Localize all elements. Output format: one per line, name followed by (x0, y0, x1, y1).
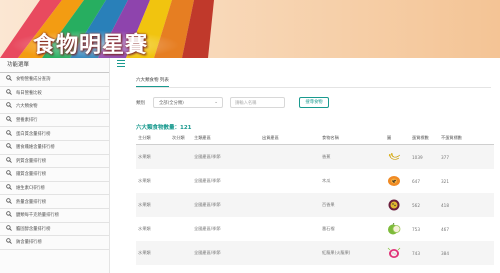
sidebar-item-label: 維生素C排行榜 (16, 186, 45, 192)
sidebar-item[interactable]: 熱量含量排行榜 (0, 195, 109, 209)
sidebar-item-label: 膽固醇含量排行榜 (16, 226, 51, 232)
sidebar-item[interactable]: 鈣質含量排行榜 (0, 155, 109, 169)
column-header[interactable]: 圖 (387, 135, 412, 141)
table-cell: 753 (412, 226, 420, 232)
table-row[interactable]: 水果類 全國產區/季節 木瓜 647 321 (136, 169, 494, 193)
sidebar-item[interactable]: 每日營養比較 (0, 87, 109, 101)
table-cell: 木瓜 (322, 178, 331, 183)
table-cell: 全國產區/季節 (194, 178, 221, 183)
table-cell: 321 (441, 178, 449, 184)
sidebar-item[interactable]: 鈉含量排行榜 (0, 236, 109, 250)
sidebar-item[interactable]: 維生素C排行榜 (0, 182, 109, 196)
result-count: 六大類食物數量：121 (136, 125, 192, 131)
search-icon (6, 184, 16, 192)
column-header[interactable]: 主分類 (136, 135, 172, 141)
search-icon (6, 129, 16, 138)
table-row[interactable]: 水果類 全國產區/季節 番石榴 753 467 (136, 217, 494, 241)
sidebar-item[interactable]: 膳食纖維含量排行榜 (0, 141, 109, 155)
sidebar-item-label: 蛋白質含量排行榜 (16, 131, 51, 137)
sidebar-item[interactable]: 六大類食物 (0, 100, 109, 114)
search-icon (6, 197, 16, 206)
table-cell: 全國產區/季節 (194, 202, 221, 207)
food-table: 主分類 次分類 主類產區 出貨產區 食物名稱圖蛋質標數 不蛋質標數 水果類 全國產區/季節香… (136, 131, 494, 265)
table-cell: 香蕉 (322, 154, 331, 159)
column-header[interactable]: 主類產區 (194, 135, 262, 141)
search-icon (6, 102, 16, 110)
table-cell: 418 (441, 202, 449, 208)
search-button[interactable]: 搜尋食物 (299, 97, 329, 108)
chevron-down-icon: ⌄ (214, 100, 218, 105)
column-header[interactable]: 食物名稱 (322, 135, 387, 141)
search-icon (6, 89, 16, 97)
search-icon (6, 157, 16, 165)
search-input[interactable]: 請輸入名稱 (230, 97, 285, 108)
table-cell: 全國產區/季節 (194, 226, 221, 231)
search-icon (6, 238, 16, 246)
table-cell: 全國產區/季節 (194, 154, 221, 159)
search-icon (6, 116, 16, 124)
table-cell: 水果類 (138, 226, 151, 231)
guava-icon (387, 223, 412, 235)
table-cell: 水果類 (138, 202, 151, 207)
sidebar-item-label: 鐵質含量排行榜 (16, 172, 47, 178)
sidebar-item[interactable]: 膽固醇含量排行榜 (0, 223, 109, 237)
menu-toggle-icon[interactable] (117, 60, 125, 68)
sidebar-item[interactable]: 醣類每千克熱量排行榜 (0, 209, 109, 223)
sidebar-item-label: 鈣質含量排行榜 (16, 158, 47, 164)
table-cell: 百香果 (322, 202, 335, 207)
sidebar-item-label: 醣類每千克熱量排行榜 (16, 213, 59, 219)
passionfruit-icon (387, 199, 412, 211)
table-cell: 1039 (412, 154, 423, 160)
search-icon (6, 170, 16, 178)
table-cell: 水果類 (138, 178, 151, 183)
table-cell: 水果類 (138, 250, 151, 255)
search-icon (6, 75, 16, 83)
table-cell: 647 (412, 178, 420, 184)
sidebar-menu: 食物營養成分查詢 每日營養比較 六大類食物營養素排行蛋白質含量排行榜 膳食纖維含量排行… (0, 73, 109, 250)
sidebar-item-label: 食物營養成分查詢 (16, 77, 51, 83)
sidebar-item[interactable]: 蛋白質含量排行榜 (0, 127, 109, 141)
sidebar-item-label: 營養素排行 (16, 118, 38, 124)
table-cell: 384 (441, 250, 449, 256)
column-header[interactable]: 次分類 (172, 135, 194, 141)
table-body: 水果類 全國產區/季節 香蕉 1039 377 水果類 全國產區/季節 木瓜 647 321 水果類… (136, 145, 494, 265)
header-banner: 食物明星賽 (0, 0, 500, 58)
category-label: 類別 (136, 101, 145, 106)
site-logo-title: 食物明星賽 (33, 33, 149, 58)
column-header[interactable]: 出貨產區 (262, 135, 322, 141)
search-icon (6, 211, 16, 219)
sidebar-item[interactable]: 食物營養成分查詢 (0, 73, 109, 87)
table-cell: 番石榴 (322, 226, 335, 231)
search-icon (6, 143, 16, 151)
table-cell: 水果類 (138, 154, 151, 159)
banana-icon (387, 151, 412, 163)
sidebar-item-label: 熱量含量排行榜 (16, 199, 47, 205)
table-cell: 全國產區/季節 (194, 250, 221, 255)
column-header[interactable]: 蛋質標數 (412, 135, 441, 141)
table-cell: 377 (441, 154, 449, 160)
sidebar-item-label: 每日營養比較 (16, 90, 42, 96)
sidebar: 功能選單 食物營養成分查詢 每日營養比較 六大類食物營養素排行蛋白質含量排行榜 膳食纖… (0, 58, 110, 273)
dragonfruit-icon (387, 247, 412, 259)
category-select[interactable]: 全部(全分類) ⌄ (153, 97, 223, 108)
sidebar-item-label: 膳食纖維含量排行榜 (16, 145, 55, 151)
search-icon (6, 225, 16, 233)
sidebar-title: 功能選單 (0, 58, 109, 73)
sidebar-item[interactable]: 鐵質含量排行榜 (0, 168, 109, 182)
table-cell: 562 (412, 202, 420, 208)
table-cell: 743 (412, 250, 420, 256)
table-row[interactable]: 水果類 全國產區/季節 紅龍果(火龍果) 743 384 (136, 241, 494, 265)
sidebar-item[interactable]: 營養素排行 (0, 114, 109, 128)
papaya-icon (387, 175, 412, 187)
main-content: 六大類食物 列表 類別 全部(全分類) ⌄ 請輸入名稱 搜尋食物 六大類食物數量… (111, 58, 500, 273)
sidebar-item-label: 鈉含量排行榜 (16, 240, 42, 246)
table-cell: 紅龍果(火龍果) (322, 250, 351, 255)
table-header: 主分類 次分類 主類產區 出貨產區 食物名稱圖蛋質標數 不蛋質標數 (136, 131, 494, 145)
sidebar-item-label: 六大類食物 (16, 104, 38, 110)
table-cell: 467 (441, 226, 449, 232)
table-row[interactable]: 水果類 全國產區/季節 香蕉 1039 377 (136, 145, 494, 169)
column-header[interactable]: 不蛋質標數 (441, 135, 481, 141)
table-row[interactable]: 水果類 全國產區/季節 百香果 562 418 (136, 193, 494, 217)
tab-food-list[interactable]: 六大類食物 列表 (136, 77, 169, 87)
